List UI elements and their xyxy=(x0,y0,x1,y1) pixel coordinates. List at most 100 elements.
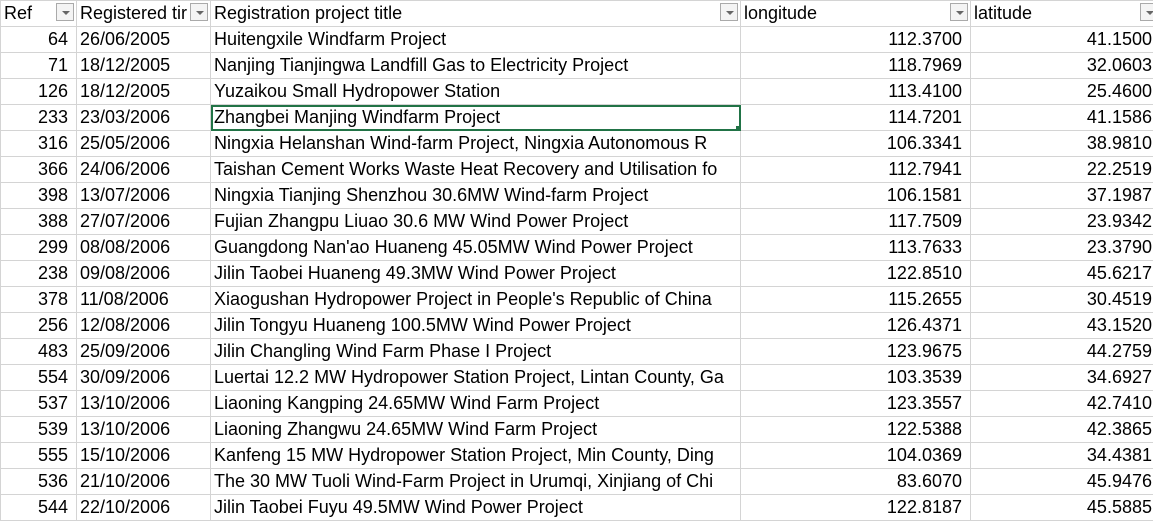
cell-latitude[interactable]: 41.1586 xyxy=(971,105,1153,131)
cell-latitude[interactable]: 30.4519 xyxy=(971,287,1153,313)
cell-ref[interactable]: 537 xyxy=(1,391,77,417)
cell-longitude[interactable]: 122.5388 xyxy=(741,417,971,443)
filter-dropdown-icon[interactable] xyxy=(1140,3,1153,21)
cell-project-title[interactable]: Yuzaikou Small Hydropower Station xyxy=(211,79,741,105)
cell-registered-time[interactable]: 21/10/2006 xyxy=(77,469,211,495)
cell-registered-time[interactable]: 13/07/2006 xyxy=(77,183,211,209)
cell-project-title[interactable]: Liaoning Kangping 24.65MW Wind Farm Proj… xyxy=(211,391,741,417)
cell-latitude[interactable]: 43.1520 xyxy=(971,313,1153,339)
cell-ref[interactable]: 536 xyxy=(1,469,77,495)
cell-registered-time[interactable]: 27/07/2006 xyxy=(77,209,211,235)
cell-longitude[interactable]: 118.7969 xyxy=(741,53,971,79)
header-ref[interactable]: Ref xyxy=(1,1,77,27)
cell-registered-time[interactable]: 13/10/2006 xyxy=(77,417,211,443)
cell-longitude[interactable]: 104.0369 xyxy=(741,443,971,469)
cell-project-title[interactable]: Nanjing Tianjingwa Landfill Gas to Elect… xyxy=(211,53,741,79)
cell-registered-time[interactable]: 12/08/2006 xyxy=(77,313,211,339)
cell-ref[interactable]: 554 xyxy=(1,365,77,391)
cell-longitude[interactable]: 106.3341 xyxy=(741,131,971,157)
cell-ref[interactable]: 238 xyxy=(1,261,77,287)
cell-registered-time[interactable]: 09/08/2006 xyxy=(77,261,211,287)
filter-dropdown-icon[interactable] xyxy=(56,3,74,21)
cell-latitude[interactable]: 45.5885 xyxy=(971,495,1153,521)
cell-project-title[interactable]: Jilin Changling Wind Farm Phase I Projec… xyxy=(211,339,741,365)
cell-ref[interactable]: 256 xyxy=(1,313,77,339)
cell-longitude[interactable]: 115.2655 xyxy=(741,287,971,313)
cell-project-title[interactable]: Guangdong Nan'ao Huaneng 45.05MW Wind Po… xyxy=(211,235,741,261)
cell-project-title[interactable]: Jilin Taobei Huaneng 49.3MW Wind Power P… xyxy=(211,261,741,287)
cell-registered-time[interactable]: 25/05/2006 xyxy=(77,131,211,157)
cell-ref[interactable]: 555 xyxy=(1,443,77,469)
cell-longitude[interactable]: 83.6070 xyxy=(741,469,971,495)
cell-registered-time[interactable]: 24/06/2006 xyxy=(77,157,211,183)
cell-registered-time[interactable]: 18/12/2005 xyxy=(77,79,211,105)
cell-registered-time[interactable]: 18/12/2005 xyxy=(77,53,211,79)
cell-ref[interactable]: 378 xyxy=(1,287,77,313)
cell-latitude[interactable]: 44.2759 xyxy=(971,339,1153,365)
cell-registered-time[interactable]: 15/10/2006 xyxy=(77,443,211,469)
cell-latitude[interactable]: 22.2519 xyxy=(971,157,1153,183)
cell-longitude[interactable]: 122.8187 xyxy=(741,495,971,521)
cell-longitude[interactable]: 106.1581 xyxy=(741,183,971,209)
cell-longitude[interactable]: 103.3539 xyxy=(741,365,971,391)
cell-longitude[interactable]: 114.7201 xyxy=(741,105,971,131)
cell-ref[interactable]: 316 xyxy=(1,131,77,157)
cell-longitude[interactable]: 112.3700 xyxy=(741,27,971,53)
cell-latitude[interactable]: 38.9810 xyxy=(971,131,1153,157)
cell-ref[interactable]: 366 xyxy=(1,157,77,183)
cell-ref[interactable]: 233 xyxy=(1,105,77,131)
cell-project-title[interactable]: Fujian Zhangpu Liuao 30.6 MW Wind Power … xyxy=(211,209,741,235)
cell-latitude[interactable]: 45.6217 xyxy=(971,261,1153,287)
cell-project-title[interactable]: Xiaogushan Hydropower Project in People'… xyxy=(211,287,741,313)
cell-registered-time[interactable]: 22/10/2006 xyxy=(77,495,211,521)
header-longitude[interactable]: longitude xyxy=(741,1,971,27)
cell-ref[interactable]: 388 xyxy=(1,209,77,235)
cell-project-title[interactable]: Taishan Cement Works Waste Heat Recovery… xyxy=(211,157,741,183)
cell-latitude[interactable]: 25.4600 xyxy=(971,79,1153,105)
cell-project-title[interactable]: Zhangbei Manjing Windfarm Project xyxy=(211,105,741,131)
cell-latitude[interactable]: 37.1987 xyxy=(971,183,1153,209)
cell-ref[interactable]: 483 xyxy=(1,339,77,365)
cell-registered-time[interactable]: 25/09/2006 xyxy=(77,339,211,365)
cell-latitude[interactable]: 42.7410 xyxy=(971,391,1153,417)
cell-registered-time[interactable]: 13/10/2006 xyxy=(77,391,211,417)
cell-longitude[interactable]: 123.3557 xyxy=(741,391,971,417)
cell-latitude[interactable]: 23.3790 xyxy=(971,235,1153,261)
cell-project-title[interactable]: Jilin Tongyu Huaneng 100.5MW Wind Power … xyxy=(211,313,741,339)
cell-longitude[interactable]: 112.7941 xyxy=(741,157,971,183)
cell-ref[interactable]: 539 xyxy=(1,417,77,443)
header-project-title[interactable]: Registration project title xyxy=(211,1,741,27)
cell-registered-time[interactable]: 23/03/2006 xyxy=(77,105,211,131)
cell-ref[interactable]: 299 xyxy=(1,235,77,261)
cell-ref[interactable]: 544 xyxy=(1,495,77,521)
cell-longitude[interactable]: 126.4371 xyxy=(741,313,971,339)
cell-ref[interactable]: 71 xyxy=(1,53,77,79)
header-registered-time[interactable]: Registered tir xyxy=(77,1,211,27)
cell-registered-time[interactable]: 08/08/2006 xyxy=(77,235,211,261)
cell-latitude[interactable]: 32.0603 xyxy=(971,53,1153,79)
cell-latitude[interactable]: 42.3865 xyxy=(971,417,1153,443)
filter-dropdown-icon[interactable] xyxy=(190,3,208,21)
cell-ref[interactable]: 126 xyxy=(1,79,77,105)
cell-longitude[interactable]: 122.8510 xyxy=(741,261,971,287)
cell-latitude[interactable]: 41.1500 xyxy=(971,27,1153,53)
cell-longitude[interactable]: 123.9675 xyxy=(741,339,971,365)
cell-latitude[interactable]: 34.6927 xyxy=(971,365,1153,391)
cell-longitude[interactable]: 117.7509 xyxy=(741,209,971,235)
cell-project-title[interactable]: Huitengxile Windfarm Project xyxy=(211,27,741,53)
filter-dropdown-icon[interactable] xyxy=(720,3,738,21)
cell-project-title[interactable]: Jilin Taobei Fuyu 49.5MW Wind Power Proj… xyxy=(211,495,741,521)
cell-longitude[interactable]: 113.4100 xyxy=(741,79,971,105)
cell-latitude[interactable]: 34.4381 xyxy=(971,443,1153,469)
cell-latitude[interactable]: 45.9476 xyxy=(971,469,1153,495)
cell-project-title[interactable]: Luertai 12.2 MW Hydropower Station Proje… xyxy=(211,365,741,391)
cell-project-title[interactable]: Ningxia Helanshan Wind-farm Project, Nin… xyxy=(211,131,741,157)
cell-ref[interactable]: 398 xyxy=(1,183,77,209)
cell-registered-time[interactable]: 11/08/2006 xyxy=(77,287,211,313)
cell-project-title[interactable]: The 30 MW Tuoli Wind-Farm Project in Uru… xyxy=(211,469,741,495)
cell-registered-time[interactable]: 30/09/2006 xyxy=(77,365,211,391)
filter-dropdown-icon[interactable] xyxy=(950,3,968,21)
cell-longitude[interactable]: 113.7633 xyxy=(741,235,971,261)
cell-project-title[interactable]: Kanfeng 15 MW Hydropower Station Project… xyxy=(211,443,741,469)
cell-ref[interactable]: 64 xyxy=(1,27,77,53)
